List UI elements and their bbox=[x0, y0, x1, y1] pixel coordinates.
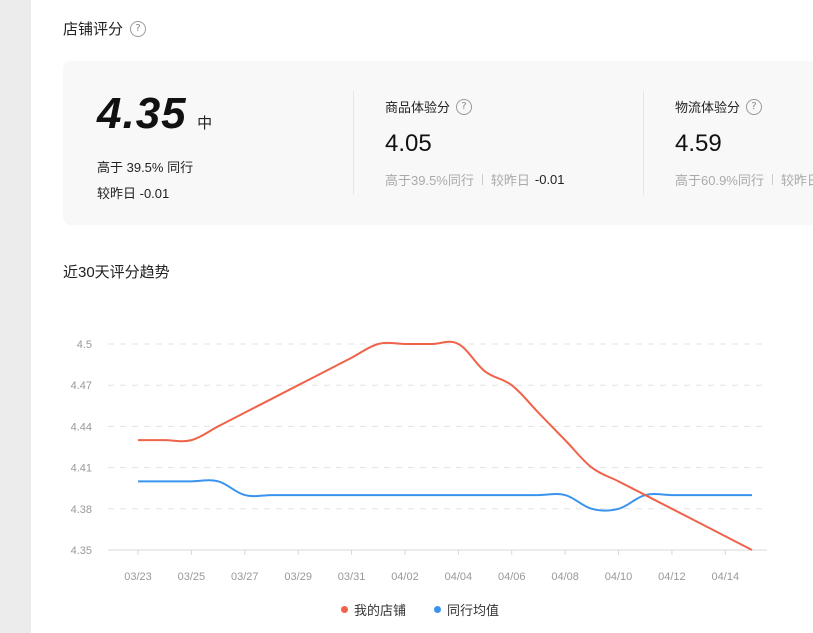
metric-percentile: 高于60.9%同行 bbox=[675, 173, 764, 188]
score-summary-card: 4.35 中 高于 39.5% 同行 较昨日 -0.01 商品体验分 ? 4.0… bbox=[63, 61, 813, 225]
legend-label: 我的店铺 bbox=[354, 603, 407, 618]
metric-title: 物流体验分 bbox=[675, 100, 741, 115]
trend-line-chart: 4.5 4.47 4.44 4.41 4.38 4.35 03/23 03/25 03/27 03… bbox=[71, 339, 767, 583]
metric-score: 4.59 bbox=[675, 130, 722, 157]
x-tick-label: 04/10 bbox=[605, 571, 633, 583]
legend-item-my-store[interactable]: 我的店铺 bbox=[341, 600, 406, 619]
series-line-my-store[interactable] bbox=[138, 340, 753, 551]
overall-score-block: 4.35 中 bbox=[97, 89, 212, 139]
question-circle-icon[interactable]: ? bbox=[130, 20, 147, 37]
logistics-experience-metric: 物流体验分 ? 4.59 高于60.9%同行 较昨日 bbox=[675, 97, 813, 189]
y-tick-label: 4.44 bbox=[71, 421, 92, 433]
main-content: 店铺评分 ? 4.35 中 高于 39.5% 同行 较昨日 -0.01 商品体验… bbox=[31, 0, 813, 633]
page-title: 店铺评分 bbox=[63, 21, 124, 38]
question-circle-icon[interactable]: ? bbox=[456, 98, 473, 115]
legend-label: 同行均值 bbox=[447, 603, 500, 618]
separator bbox=[481, 174, 483, 185]
product-experience-metric: 商品体验分 ? 4.05 高于39.5%同行 较昨日 -0.01 bbox=[385, 97, 565, 189]
divider bbox=[353, 91, 354, 195]
divider bbox=[643, 91, 644, 195]
metric-change-label: 较昨日 bbox=[490, 173, 530, 188]
x-tick-label: 04/06 bbox=[498, 571, 526, 583]
store-rating-header: 店铺评分 ? bbox=[63, 18, 147, 39]
metric-percentile: 高于39.5%同行 bbox=[385, 173, 474, 188]
trend-title: 近30天评分趋势 bbox=[63, 264, 170, 281]
left-sidebar-strip bbox=[0, 0, 31, 633]
chart-legend: 我的店铺 同行均值 bbox=[341, 600, 499, 619]
y-tick-label: 4.38 bbox=[71, 504, 92, 516]
legend-item-peer-avg[interactable]: 同行均值 bbox=[434, 600, 499, 619]
overall-score: 4.35 bbox=[97, 89, 187, 138]
x-tick-label: 04/04 bbox=[445, 571, 473, 583]
question-circle-icon[interactable]: ? bbox=[746, 98, 763, 115]
x-tick-label: 04/12 bbox=[658, 571, 686, 583]
overall-percentile: 高于 39.5% 同行 bbox=[97, 160, 194, 175]
x-tick-label: 04/08 bbox=[551, 571, 579, 583]
y-tick-label: 4.41 bbox=[71, 463, 92, 475]
separator bbox=[771, 174, 773, 185]
x-tick-label: 04/02 bbox=[391, 571, 419, 583]
y-tick-label: 4.35 bbox=[71, 545, 92, 557]
x-tick-label: 03/31 bbox=[338, 571, 366, 583]
x-tick-label: 04/14 bbox=[712, 571, 740, 583]
x-tick-label: 03/27 bbox=[231, 571, 259, 583]
series-line-peer-avg[interactable] bbox=[138, 479, 752, 512]
legend-dot bbox=[341, 606, 348, 613]
metric-change-label: 较昨日 bbox=[780, 173, 813, 188]
y-tick-label: 4.5 bbox=[77, 339, 92, 351]
x-tick-label: 03/23 bbox=[124, 571, 152, 583]
overall-change: 较昨日 -0.01 bbox=[97, 186, 170, 201]
x-tick-label: 03/29 bbox=[284, 571, 312, 583]
overall-level: 中 bbox=[197, 115, 213, 132]
legend-dot bbox=[434, 606, 442, 613]
metric-title: 商品体验分 bbox=[385, 100, 451, 115]
metric-change-value: -0.01 bbox=[534, 172, 565, 187]
metric-score: 4.05 bbox=[385, 130, 432, 157]
x-tick-label: 03/25 bbox=[178, 571, 206, 583]
y-tick-label: 4.47 bbox=[71, 380, 92, 392]
